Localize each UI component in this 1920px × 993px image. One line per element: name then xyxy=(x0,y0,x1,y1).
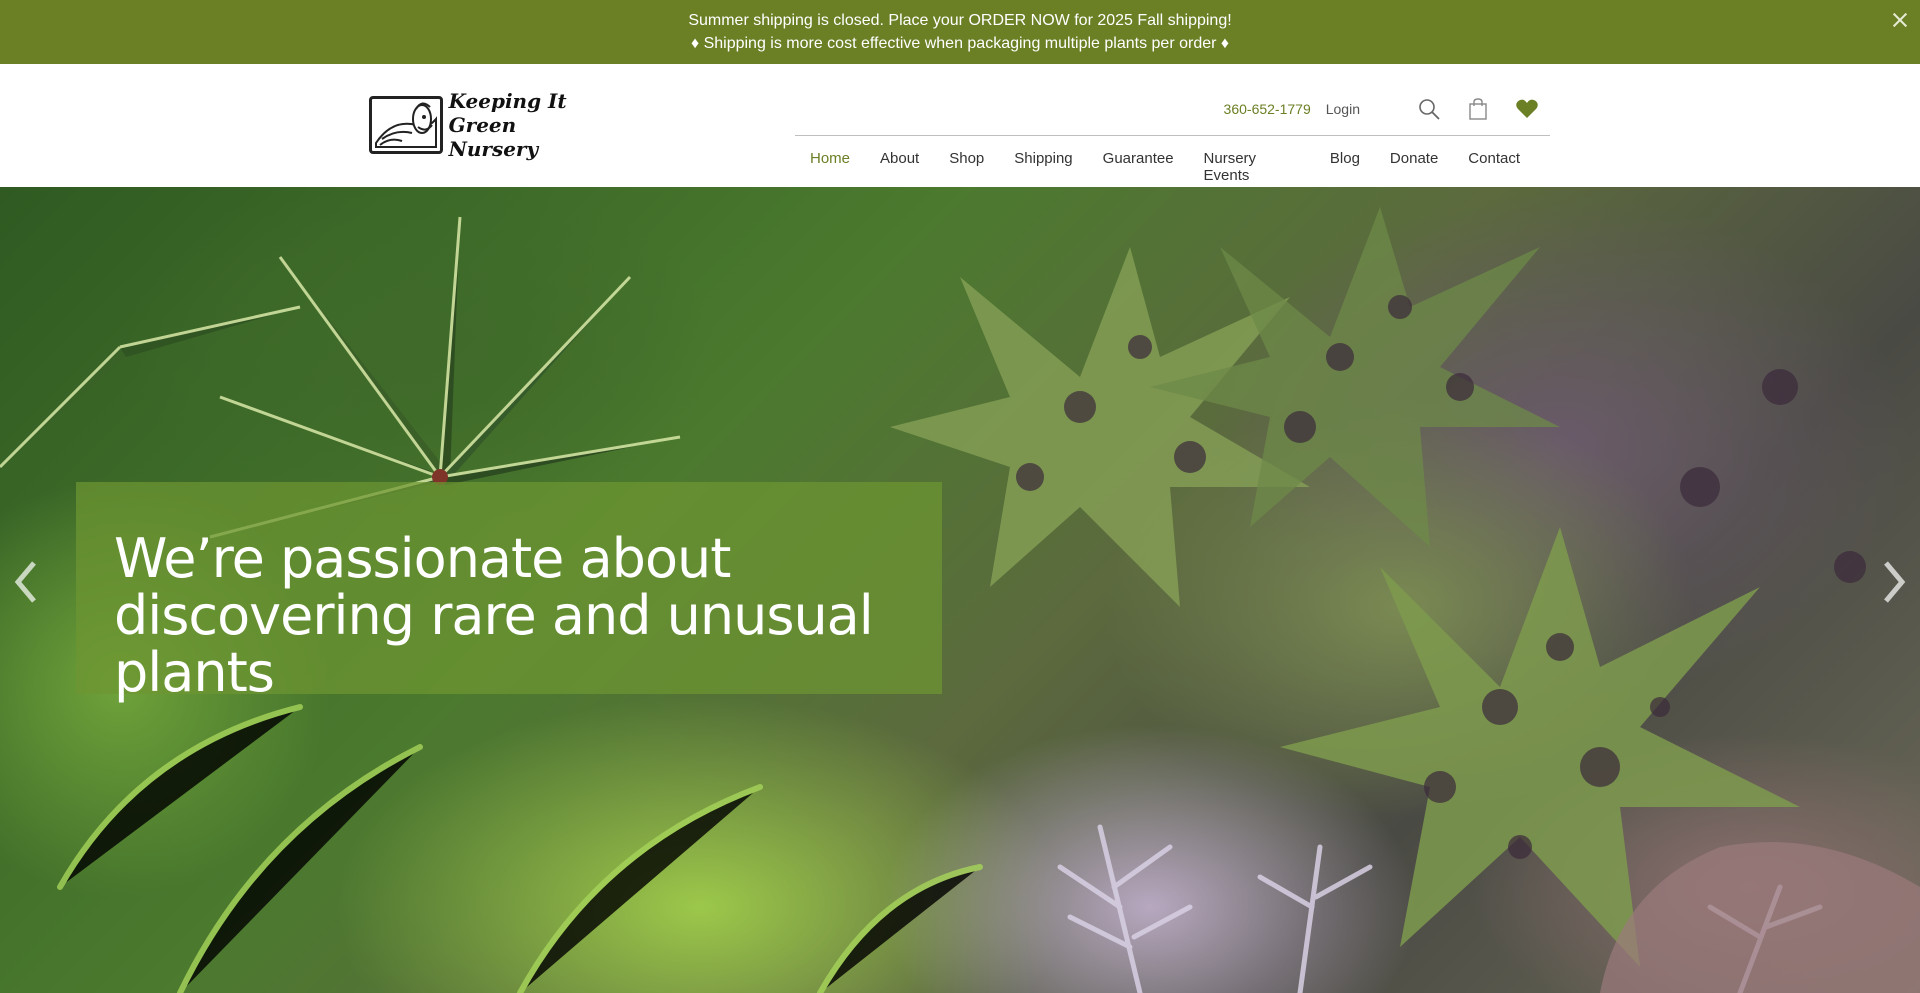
logo-mark-icon xyxy=(369,96,443,154)
heart-icon[interactable] xyxy=(1514,96,1540,122)
hero-slider: We’re passionate about discovering rare … xyxy=(0,187,1920,993)
logo-text-line-1: Keeping It xyxy=(448,89,567,113)
nav-item-shipping[interactable]: Shipping xyxy=(1014,150,1072,184)
nav-item-donate[interactable]: Donate xyxy=(1390,150,1438,184)
main-nav: Home About Shop Shipping Guarantee Nurse… xyxy=(795,150,1550,184)
hero-caption-box: We’re passionate about discovering rare … xyxy=(76,482,942,701)
announcement-line-2: ♦ Shipping is more cost effective when p… xyxy=(690,35,1230,52)
hero-headline: We’re passionate about discovering rare … xyxy=(114,527,874,704)
chevron-right-icon[interactable] xyxy=(1880,557,1910,607)
close-icon[interactable] xyxy=(1888,8,1912,32)
search-icon[interactable] xyxy=(1416,96,1442,122)
nav-item-about[interactable]: About xyxy=(880,150,919,184)
logo-text-line-2: Green Nursery xyxy=(448,113,539,161)
announcement-bar: Summer shipping is closed. Place your OR… xyxy=(0,0,1920,64)
phone-link[interactable]: 360-652-1779 xyxy=(1224,101,1311,117)
logo-text: Keeping It Green Nursery xyxy=(449,89,607,161)
utility-bar: 360-652-1779 Login xyxy=(1224,94,1540,124)
announcement-line-1: Summer shipping is closed. Place your OR… xyxy=(688,12,1232,29)
nav-item-home[interactable]: Home xyxy=(810,150,850,184)
login-link[interactable]: Login xyxy=(1326,101,1360,117)
nav-item-guarantee[interactable]: Guarantee xyxy=(1103,150,1174,184)
site-logo[interactable]: Keeping It Green Nursery xyxy=(369,89,607,161)
nav-item-shop[interactable]: Shop xyxy=(949,150,984,184)
chevron-left-icon[interactable] xyxy=(10,557,40,607)
nav-item-contact[interactable]: Contact xyxy=(1468,150,1520,184)
site-header: Keeping It Green Nursery 360-652-1779 Lo… xyxy=(0,64,1920,187)
shopping-bag-icon[interactable] xyxy=(1465,96,1491,122)
nav-item-nursery-events[interactable]: Nursery Events xyxy=(1204,150,1300,184)
nav-divider xyxy=(795,135,1550,136)
nav-item-blog[interactable]: Blog xyxy=(1330,150,1360,184)
